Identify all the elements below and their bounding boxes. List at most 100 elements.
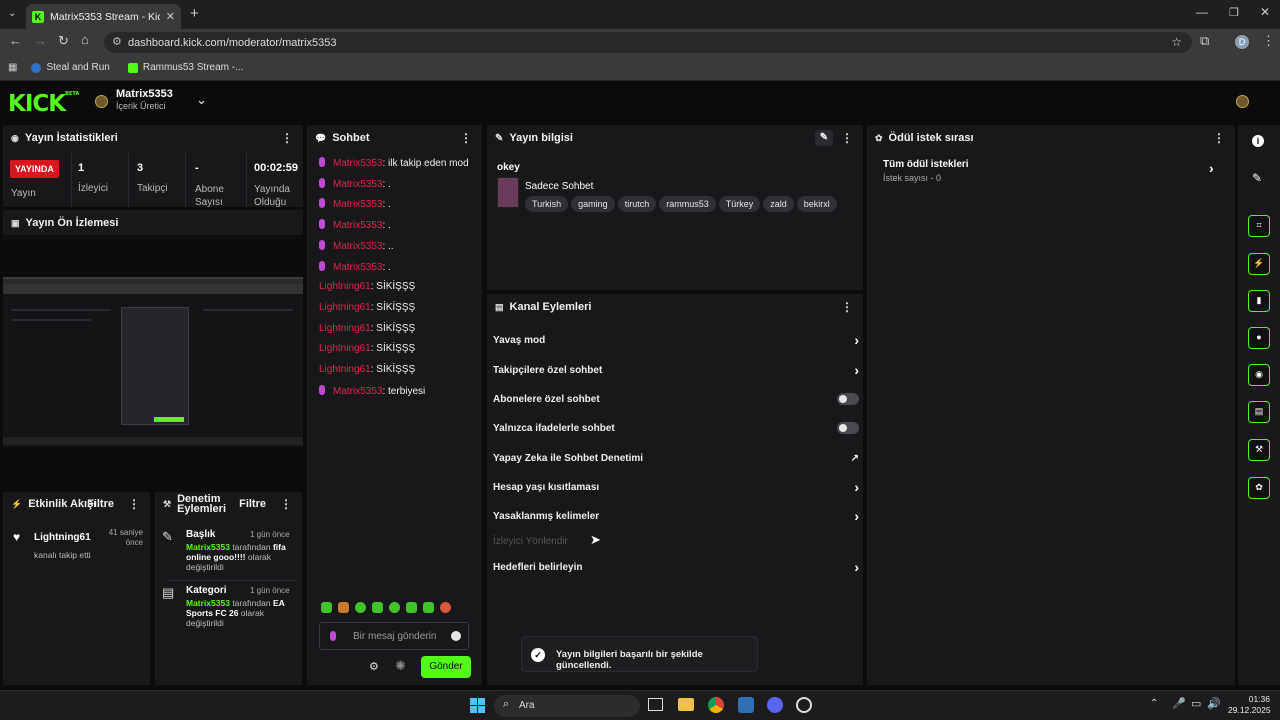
channel-action-row[interactable]: Abonelere özel sohbet bbox=[493, 392, 859, 406]
chat-username[interactable]: Lightning61 bbox=[319, 302, 371, 313]
more-options-icon[interactable]: ⋮ bbox=[1213, 131, 1225, 145]
filter-button[interactable]: Filtre bbox=[239, 498, 266, 510]
taskbar-search[interactable]: ⌕ Ara bbox=[494, 695, 640, 717]
quick-action-rewards-icon[interactable]: ✿ bbox=[1248, 477, 1270, 499]
quick-action-panels-icon[interactable]: ▤ bbox=[1248, 401, 1270, 423]
terminal-app-icon[interactable] bbox=[648, 698, 663, 711]
bookmark-rammus53[interactable]: Rammus53 Stream -... bbox=[127, 62, 243, 73]
reload-icon[interactable]: ↻ bbox=[58, 33, 69, 49]
app-icon[interactable] bbox=[738, 697, 754, 713]
chat-username[interactable]: Matrix5353 bbox=[333, 158, 382, 169]
edit-layout-icon[interactable]: ✎ bbox=[1252, 171, 1262, 185]
quick-action-wrench-icon[interactable]: ⚒ bbox=[1248, 439, 1270, 461]
send-button[interactable]: Gönder bbox=[421, 656, 471, 678]
url-field[interactable]: ⚙ dashboard.kick.com/moderator/matrix535… bbox=[104, 32, 1192, 53]
emote-icon[interactable] bbox=[372, 602, 383, 613]
chat-username[interactable]: Matrix5353 bbox=[333, 241, 382, 252]
chat-username[interactable]: Matrix5353 bbox=[333, 220, 382, 231]
extensions-icon[interactable]: ⧉ bbox=[1200, 33, 1209, 49]
channel-switch-chevron-icon[interactable]: ⌄ bbox=[196, 92, 207, 108]
home-icon[interactable]: ⌂ bbox=[81, 32, 89, 47]
forward-icon[interactable]: → bbox=[34, 33, 47, 48]
all-rewards-row[interactable]: Tüm ödül istekleri İstek sayısı - 0 › bbox=[867, 153, 1235, 191]
toggle-switch[interactable] bbox=[837, 393, 859, 405]
channel-action-row[interactable]: Yapay Zeka ile Sohbet Denetimi ↗ bbox=[493, 451, 859, 465]
chat-username[interactable]: Matrix5353 bbox=[333, 386, 382, 397]
stream-tag[interactable]: rammus53 bbox=[659, 196, 716, 212]
activity-user[interactable]: Lightning61 bbox=[34, 532, 91, 543]
chat-username[interactable]: Lightning61 bbox=[319, 343, 371, 354]
site-info-icon[interactable]: ⚙ bbox=[112, 35, 122, 48]
bookmark-steal-and-run[interactable]: Steal and Run bbox=[31, 62, 110, 73]
emote-icon[interactable] bbox=[321, 602, 332, 613]
more-options-icon[interactable]: ⋮ bbox=[280, 497, 292, 511]
stream-tag[interactable]: gaming bbox=[571, 196, 615, 212]
more-options-icon[interactable]: ⋮ bbox=[460, 131, 472, 145]
close-tab-icon[interactable]: ✕ bbox=[166, 10, 175, 23]
chat-username[interactable]: Lightning61 bbox=[319, 281, 371, 292]
more-options-icon[interactable]: ⋮ bbox=[281, 131, 293, 145]
chat-username[interactable]: Lightning61 bbox=[319, 323, 371, 334]
filter-button[interactable]: Filtre bbox=[87, 498, 114, 510]
back-icon[interactable]: ← bbox=[9, 33, 22, 48]
apps-grid-icon[interactable]: ▦ bbox=[8, 62, 17, 73]
quick-action-chat-icon[interactable]: ● bbox=[1248, 327, 1270, 349]
mod-user[interactable]: Matrix5353 bbox=[186, 598, 230, 608]
bookmark-star-icon[interactable]: ☆ bbox=[1171, 35, 1182, 49]
network-icon[interactable]: ▭ bbox=[1191, 697, 1201, 710]
channel-action-row[interactable]: Hedefleri belirleyin › bbox=[493, 559, 859, 575]
quick-action-document-icon[interactable]: ▮ bbox=[1248, 290, 1270, 312]
emote-icon[interactable] bbox=[423, 602, 434, 613]
emote-icon[interactable] bbox=[406, 602, 417, 613]
browser-menu-icon[interactable]: ⋮ bbox=[1262, 33, 1275, 49]
file-explorer-icon[interactable] bbox=[678, 698, 694, 711]
channel-action-row[interactable]: Yasaklanmış kelimeler › bbox=[493, 508, 859, 524]
channel-action-row[interactable]: Hesap yaşı kısıtlaması › bbox=[493, 479, 859, 495]
new-tab-icon[interactable]: + bbox=[190, 5, 199, 22]
toggle-switch[interactable] bbox=[837, 422, 859, 434]
stream-tag[interactable]: Türkey bbox=[718, 196, 761, 212]
more-options-icon[interactable]: ⋮ bbox=[841, 300, 853, 314]
chat-username[interactable]: Matrix5353 bbox=[333, 199, 382, 210]
emoji-icon[interactable] bbox=[451, 631, 461, 641]
maximize-icon[interactable]: ❐ bbox=[1229, 6, 1239, 19]
profile-avatar[interactable]: D bbox=[1235, 35, 1249, 49]
clock[interactable]: 01:36 29.12.2025 bbox=[1228, 694, 1271, 716]
stream-tag[interactable]: Turkish bbox=[525, 196, 569, 212]
emote-icon[interactable] bbox=[440, 602, 451, 613]
emote-icon[interactable] bbox=[355, 602, 366, 613]
chat-settings-gear-icon[interactable]: ⚙ bbox=[369, 660, 379, 673]
channel-action-row[interactable]: Yalnızca ifadelerle sohbet bbox=[493, 421, 859, 435]
tab-search-icon[interactable]: ⌄ bbox=[8, 8, 16, 19]
user-avatar[interactable] bbox=[1236, 95, 1249, 108]
tray-chevron-icon[interactable]: ⌃ bbox=[1150, 698, 1158, 709]
mod-user[interactable]: Matrix5353 bbox=[186, 542, 230, 552]
quick-action-broadcast-icon[interactable]: ◉ bbox=[1248, 364, 1270, 386]
minimize-icon[interactable]: — bbox=[1196, 5, 1208, 19]
channel-action-row[interactable]: Takipçilere özel sohbet › bbox=[493, 362, 859, 378]
browser-tab-active[interactable]: K Matrix5353 Stream - Kick Dashb ✕ bbox=[26, 4, 181, 29]
preview-video[interactable] bbox=[3, 235, 303, 488]
stream-tag[interactable]: tirutch bbox=[617, 196, 657, 212]
windows-start-icon[interactable] bbox=[470, 698, 485, 713]
quick-action-screen-icon[interactable]: ⌗ bbox=[1248, 215, 1270, 237]
emote-icon[interactable] bbox=[389, 602, 400, 613]
chrome-icon[interactable] bbox=[708, 697, 724, 713]
chat-username[interactable]: Matrix5353 bbox=[333, 262, 382, 273]
edit-stream-info-button[interactable]: ✎ bbox=[815, 130, 833, 146]
more-options-icon[interactable]: ⋮ bbox=[128, 497, 140, 511]
emote-icon[interactable] bbox=[338, 602, 349, 613]
quick-action-bolt-icon[interactable]: ⚡ bbox=[1248, 253, 1270, 275]
stream-tag[interactable]: zald bbox=[763, 196, 794, 212]
chat-mod-settings-icon[interactable]: ✺ bbox=[395, 658, 406, 674]
chat-username[interactable]: Matrix5353 bbox=[333, 179, 382, 190]
chat-input[interactable]: Bir mesaj gönderin bbox=[319, 622, 469, 650]
info-icon[interactable]: i bbox=[1252, 135, 1264, 147]
volume-icon[interactable]: 🔊 bbox=[1207, 697, 1221, 710]
close-window-icon[interactable]: ✕ bbox=[1260, 5, 1270, 19]
stream-tag[interactable]: bekirxl bbox=[796, 196, 837, 212]
channel-action-row[interactable]: Yavaş mod › bbox=[493, 332, 859, 348]
discord-icon[interactable] bbox=[767, 697, 783, 713]
chat-username[interactable]: Lightning61 bbox=[319, 364, 371, 375]
kick-logo[interactable]: KICKBETA bbox=[8, 91, 79, 117]
